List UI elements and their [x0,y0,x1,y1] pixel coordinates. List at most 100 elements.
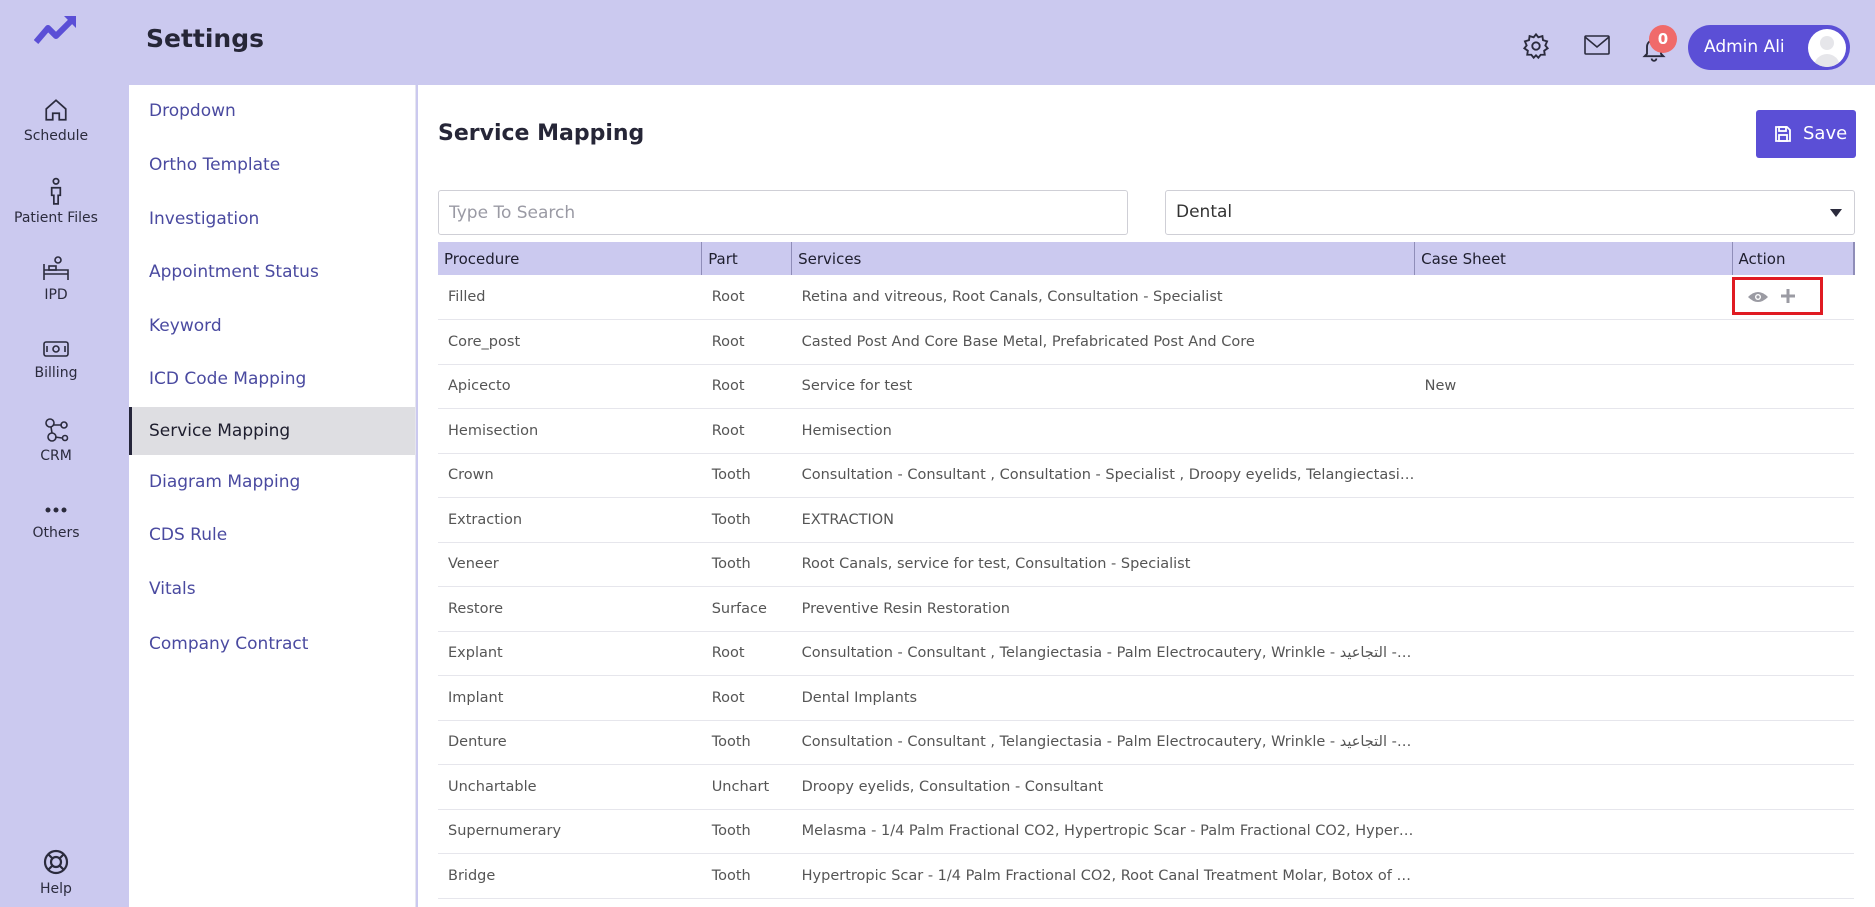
table-row: Crown Tooth Consultation - Consultant , … [438,453,1854,498]
submenu-item-cds-rule[interactable]: CDS Rule [129,511,415,559]
rail-item-others[interactable]: Others [0,500,112,541]
submenu-item-icd-code-mapping[interactable]: ICD Code Mapping [129,355,415,403]
rail-item-label: Schedule [23,128,89,144]
plus-icon[interactable] [1779,287,1797,305]
cell-case-sheet [1414,631,1733,676]
column-header-procedure[interactable]: Procedure [438,242,703,275]
cell-case-sheet [1414,497,1733,543]
service-mapping-table: Procedure Part Services Case Sheet Actio… [438,242,1855,899]
category-select[interactable]: Dental [1165,190,1855,235]
rail-item-patient-files[interactable]: Patient Files [0,177,112,226]
cell-part: Unchart [701,764,792,810]
gear-icon[interactable] [1522,32,1550,60]
cell-case-sheet [1414,542,1733,587]
cell-services: Hypertropic Scar - 1/4 Palm Fractional C… [791,853,1415,899]
cell-part: Root [701,319,792,365]
user-menu[interactable]: Admin Ali [1688,25,1850,70]
submenu-item-company-contract[interactable]: Company Contract [129,620,415,668]
cell-services: Melasma - 1/4 Palm Fractional CO2, Hyper… [791,809,1415,854]
table-row: Core_post Root Casted Post And Core Base… [438,319,1854,365]
eye-icon[interactable] [1747,290,1769,304]
settings-submenu: Dropdown Ortho Template Investigation Ap… [129,85,416,671]
rail-item-label: CRM [40,448,72,464]
submenu-item-service-mapping[interactable]: Service Mapping [129,407,415,455]
submenu-item-investigation[interactable]: Investigation [129,195,415,243]
cell-services: Consultation - Consultant , Telangiectas… [791,720,1415,765]
column-header-action: Action [1732,242,1855,275]
page-title: Settings [146,24,265,53]
cell-action [1732,631,1854,676]
table-body: Filled Root Retina and vitreous, Root Ca… [438,275,1854,899]
rail-item-schedule[interactable]: Schedule [0,97,112,144]
cell-services: Root Canals, service for test, Consultat… [791,542,1415,587]
column-header-part[interactable]: Part [701,242,793,275]
cell-action [1732,542,1854,587]
cell-procedure: Core_post [438,319,702,365]
rail-item-ipd[interactable]: IPD [0,256,112,303]
cell-action [1732,853,1854,899]
cell-action [1732,764,1854,810]
rail-item-label: Help [40,881,72,897]
cell-part: Surface [701,586,792,632]
rail-item-label: Patient Files [14,210,98,226]
column-header-services[interactable]: Services [791,242,1416,275]
cell-part: Root [701,675,792,721]
table-row: Supernumerary Tooth Melasma - 1/4 Palm F… [438,809,1854,854]
submenu-item-dropdown[interactable]: Dropdown [129,87,415,135]
mail-icon[interactable] [1583,32,1611,58]
cell-case-sheet [1414,720,1733,765]
cell-action [1732,497,1854,543]
floppy-disk-icon [1775,126,1791,142]
user-name: Admin Ali [1704,37,1785,57]
rail-item-billing[interactable]: Billing [0,338,112,381]
action-highlight-box [1732,277,1824,315]
section-title: Service Mapping [438,121,645,146]
rail-item-help[interactable]: Help [0,848,112,897]
category-select-value: Dental [1176,202,1233,222]
column-header-case-sheet[interactable]: Case Sheet [1414,242,1733,275]
submenu-item-diagram-mapping[interactable]: Diagram Mapping [129,458,415,506]
cell-case-sheet [1414,275,1733,320]
cell-action [1732,586,1854,632]
cell-action [1732,408,1854,454]
cell-part: Tooth [701,542,792,587]
cell-part: Root [701,408,792,454]
submenu-item-ortho-template[interactable]: Ortho Template [129,141,415,189]
cell-case-sheet [1414,586,1733,632]
submenu-item-keyword[interactable]: Keyword [129,302,415,350]
cell-procedure: Veneer [438,542,702,587]
table-row: Denture Tooth Consultation - Consultant … [438,720,1854,765]
cell-procedure: Bridge [438,853,702,899]
lifebuoy-icon [43,849,69,875]
rail-item-crm[interactable]: CRM [0,417,112,464]
cell-services: Retina and vitreous, Root Canals, Consul… [791,275,1415,320]
cell-services: Consultation - Consultant , Telangiectas… [791,631,1415,676]
cell-action [1732,720,1854,765]
search-input[interactable] [438,190,1128,235]
app-logo-icon[interactable] [34,14,78,46]
cell-case-sheet: New [1414,364,1733,409]
cell-part: Tooth [701,809,792,854]
cell-procedure: Hemisection [438,408,702,454]
cell-part: Tooth [701,853,792,899]
submenu-item-appointment-status[interactable]: Appointment Status [129,248,415,296]
cell-procedure: Restore [438,586,702,632]
cell-action [1732,809,1854,854]
cell-procedure: Filled [438,275,702,320]
cell-part: Tooth [701,720,792,765]
user-avatar-icon [1814,36,1840,67]
bed-icon [43,256,69,280]
cell-case-sheet [1414,809,1733,854]
notification-badge[interactable]: 0 [1649,25,1677,53]
cell-action [1732,453,1854,498]
table-row: Extraction Tooth EXTRACTION [438,497,1854,543]
submenu-item-vitals[interactable]: Vitals [129,565,415,613]
rail-item-label: IPD [44,287,68,303]
cell-case-sheet [1414,319,1733,365]
save-button-label: Save [1803,123,1848,144]
more-icon [45,507,67,513]
save-button[interactable]: Save [1756,110,1856,158]
cell-case-sheet [1414,764,1733,810]
cell-procedure: Implant [438,675,702,721]
cell-services: Service for test [791,364,1415,409]
